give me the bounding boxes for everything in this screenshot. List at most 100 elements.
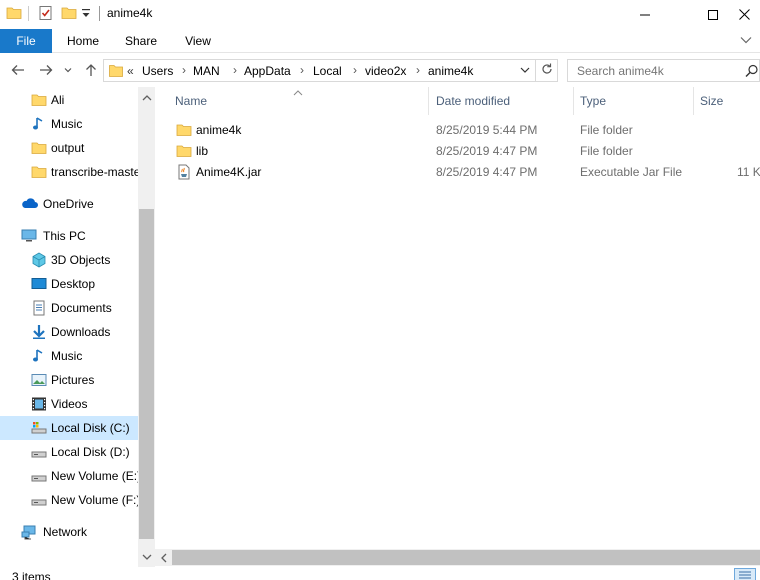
nav-item-label: Ali — [51, 93, 65, 107]
nav-item-label: Videos — [51, 397, 88, 411]
scroll-thumb[interactable] — [139, 209, 154, 539]
refresh-button[interactable] — [536, 59, 558, 82]
scroll-down-icon[interactable] — [138, 548, 155, 565]
nav-item-new-volume-f[interactable]: New Volume (F:) — [0, 488, 140, 512]
table-row[interactable]: anime4k 8/25/2019 5:44 PM File folder — [170, 119, 760, 140]
drive-icon — [31, 444, 47, 460]
breadcrumb-appdata[interactable]: AppData — [244, 64, 291, 78]
nav-item-music[interactable]: Music — [0, 344, 138, 368]
breadcrumb-users[interactable]: Users — [142, 64, 173, 78]
nav-item-label: Local Disk (D:) — [51, 445, 130, 459]
nav-item-downloads[interactable]: Downloads — [0, 320, 138, 344]
back-button[interactable] — [10, 62, 26, 78]
table-row[interactable]: lib 8/25/2019 4:47 PM File folder — [170, 140, 760, 161]
chevron-right-icon[interactable]: › — [353, 63, 357, 77]
chevron-right-icon[interactable]: › — [182, 63, 186, 77]
column-header-name[interactable]: Name — [175, 94, 207, 108]
scroll-thumb[interactable] — [172, 550, 760, 565]
nav-item-music-quick[interactable]: Music — [0, 112, 138, 136]
folder-icon — [109, 64, 123, 80]
nav-item-local-disk-d[interactable]: Local Disk (D:) — [0, 440, 138, 464]
table-row[interactable]: Anime4K.jar 8/25/2019 4:47 PM Executable… — [170, 161, 760, 182]
sort-ascending-icon — [293, 87, 303, 99]
nav-item-network[interactable]: Network — [0, 520, 138, 544]
jar-file-icon — [176, 164, 192, 180]
drive-icon — [31, 468, 47, 484]
folder-icon — [176, 143, 192, 159]
tab-share[interactable]: Share — [118, 29, 164, 53]
documents-icon — [31, 300, 47, 316]
close-button[interactable] — [728, 0, 760, 29]
nav-item-transcribe-master[interactable]: transcribe-master — [0, 160, 138, 184]
column-header-size[interactable]: Size — [700, 94, 723, 108]
expand-ribbon-icon[interactable] — [740, 34, 752, 48]
search-icon[interactable] — [745, 64, 759, 81]
chevron-right-icon[interactable]: › — [300, 63, 304, 77]
breadcrumb-local[interactable]: Local — [313, 64, 342, 78]
nav-scrollbar[interactable] — [138, 87, 155, 567]
search-input[interactable] — [577, 64, 737, 78]
column-divider[interactable] — [693, 87, 694, 115]
nav-item-3d-objects[interactable]: 3D Objects — [0, 248, 138, 272]
breadcrumb-anime4k[interactable]: anime4k — [428, 64, 473, 78]
breadcrumb-overflow[interactable]: « — [127, 64, 134, 78]
drive-icon — [31, 420, 47, 436]
column-header-type[interactable]: Type — [580, 94, 606, 108]
search-box[interactable] — [567, 59, 760, 82]
breadcrumb-man[interactable]: MAN — [193, 64, 220, 78]
title-divider — [99, 6, 100, 21]
nav-item-label: This PC — [43, 229, 86, 243]
properties-icon[interactable] — [38, 5, 54, 21]
address-bar[interactable]: « Users › MAN › AppData › Local › video2… — [103, 59, 536, 82]
recent-locations-icon[interactable] — [63, 62, 73, 78]
column-divider[interactable] — [428, 87, 429, 115]
nav-item-onedrive[interactable]: OneDrive — [0, 192, 138, 216]
customize-qa-icon[interactable] — [81, 7, 97, 23]
navigation-bar: « Users › MAN › AppData › Local › video2… — [0, 53, 760, 87]
minimize-button[interactable] — [622, 0, 668, 29]
folder-icon — [31, 92, 47, 108]
nav-item-label: Pictures — [51, 373, 95, 387]
nav-item-pictures[interactable]: Pictures — [0, 368, 138, 392]
cloud-icon — [21, 196, 38, 212]
cube-icon — [31, 252, 47, 268]
nav-item-videos[interactable]: Videos — [0, 392, 138, 416]
nav-item-label: Music — [51, 349, 83, 363]
nav-item-label: output — [51, 141, 85, 155]
breadcrumb-video2x[interactable]: video2x — [365, 64, 406, 78]
drive-icon — [31, 492, 47, 508]
details-view-icon[interactable] — [734, 568, 756, 580]
tab-file[interactable]: File — [0, 29, 52, 53]
nav-item-ali[interactable]: Ali — [0, 88, 138, 112]
scroll-up-icon[interactable] — [138, 89, 155, 106]
tab-view[interactable]: View — [175, 29, 221, 53]
nav-item-label: OneDrive — [43, 197, 94, 211]
ribbon-tabs: File Home Share View — [0, 29, 760, 53]
status-bar: 3 items — [0, 567, 760, 580]
column-header-date[interactable]: Date modified — [436, 94, 510, 108]
file-name: Anime4K.jar — [196, 165, 262, 179]
file-date: 8/25/2019 5:44 PM — [436, 123, 538, 137]
nav-item-new-volume-e[interactable]: New Volume (E:) — [0, 464, 142, 488]
nav-item-label: New Volume (E:) — [51, 469, 142, 483]
nav-item-this-pc[interactable]: This PC — [0, 224, 138, 248]
scroll-left-icon[interactable] — [155, 549, 172, 566]
nav-item-documents[interactable]: Documents — [0, 296, 138, 320]
column-divider[interactable] — [573, 87, 574, 115]
desktop-icon — [31, 276, 47, 292]
nav-item-output[interactable]: output — [0, 136, 138, 160]
new-folder-icon[interactable] — [61, 5, 77, 21]
chevron-right-icon[interactable]: › — [233, 63, 237, 77]
chevron-right-icon[interactable]: › — [416, 63, 420, 77]
file-type: File folder — [580, 123, 633, 137]
nav-item-desktop[interactable]: Desktop — [0, 272, 138, 296]
tab-home[interactable]: Home — [60, 29, 106, 53]
horizontal-scrollbar[interactable] — [155, 549, 760, 566]
forward-button[interactable] — [38, 62, 54, 78]
up-button[interactable] — [83, 62, 99, 78]
nav-item-local-disk-c[interactable]: Local Disk (C:) — [0, 416, 138, 440]
refresh-icon — [541, 63, 553, 78]
title-bar: anime4k — [0, 0, 760, 29]
file-type: Executable Jar File — [580, 165, 683, 179]
address-history-icon[interactable] — [519, 64, 531, 79]
